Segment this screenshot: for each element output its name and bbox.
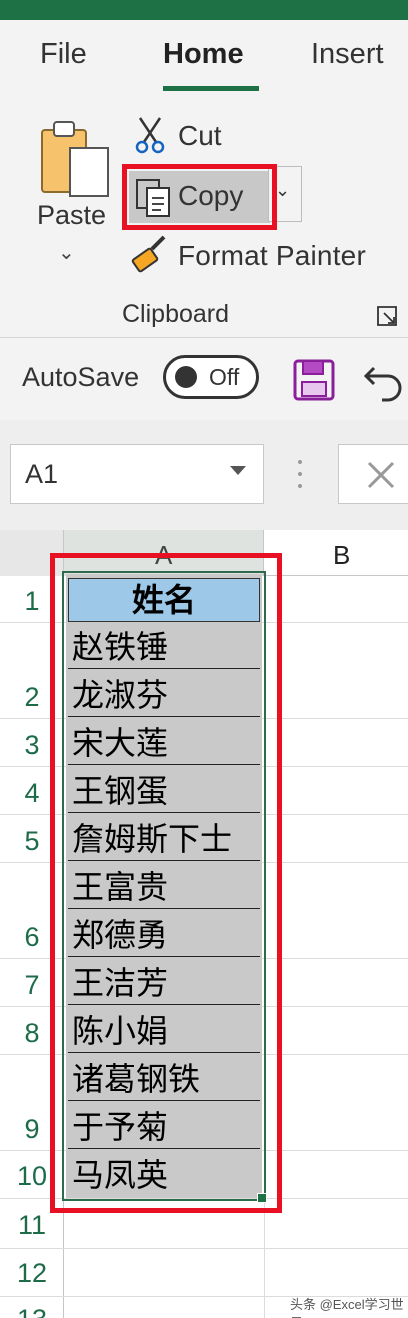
paste-icon[interactable] (40, 118, 112, 198)
copy-highlight-box (122, 164, 277, 230)
chevron-down-icon[interactable]: ⌄ (58, 240, 75, 265)
watermark: 头条 @Excel学习世界 (290, 1297, 404, 1318)
paste-button-label[interactable]: Paste (37, 200, 106, 231)
range-highlight-box (50, 553, 282, 1213)
dialog-launcher-icon[interactable] (376, 305, 398, 327)
row-divider (0, 1248, 408, 1249)
title-bar-strip (0, 0, 408, 20)
format-painter-button[interactable]: Format Painter (178, 240, 366, 272)
column-b-label[interactable]: B (333, 540, 350, 571)
autosave-state: Off (209, 364, 240, 390)
scissors-icon[interactable] (134, 116, 166, 154)
active-tab-indicator (163, 86, 259, 91)
name-box-dropdown-icon[interactable] (230, 466, 246, 475)
tab-insert[interactable]: Insert (311, 38, 384, 71)
chevron-down-icon[interactable]: ⌄ (275, 180, 290, 201)
row-header-12[interactable]: 12 (0, 1258, 64, 1289)
clipboard-group-label: Clipboard (122, 300, 230, 328)
format-painter-icon[interactable] (130, 233, 170, 273)
save-icon[interactable] (292, 358, 336, 402)
autosave-label: AutoSave (22, 362, 140, 392)
close-icon[interactable] (364, 458, 398, 492)
row-header-11[interactable]: 11 (0, 1210, 64, 1241)
name-box-value[interactable]: A1 (25, 459, 58, 490)
tab-home[interactable]: Home (163, 38, 244, 71)
undo-icon[interactable] (362, 356, 408, 402)
cut-button[interactable]: Cut (178, 120, 222, 152)
toggle-knob (175, 366, 197, 388)
row-header-13[interactable]: 13 (0, 1304, 64, 1318)
tab-file[interactable]: File (40, 38, 87, 71)
resize-grip-icon[interactable] (296, 458, 304, 490)
